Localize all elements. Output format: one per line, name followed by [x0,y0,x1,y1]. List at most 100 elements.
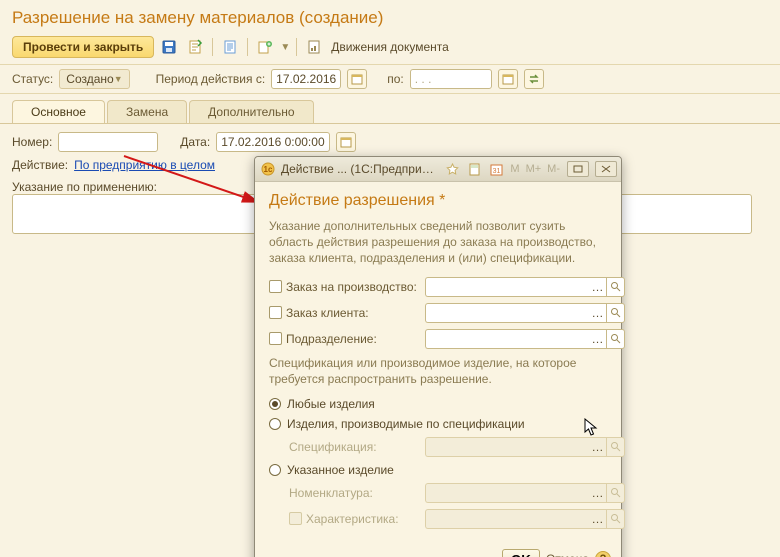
select-button: … [589,509,607,529]
select-button[interactable]: … [589,277,607,297]
minimize-button[interactable] [567,161,589,177]
select-button[interactable]: … [589,303,607,323]
cancel-button[interactable]: Отмена [546,552,589,557]
number-input[interactable] [58,132,158,152]
memory-recall-button[interactable]: M [509,163,520,175]
swap-button[interactable] [524,69,544,89]
spec-description: Спецификация или производимое изделие, н… [269,355,607,387]
search-button[interactable] [607,303,625,323]
search-button [607,437,625,457]
radio-specified-item[interactable] [269,464,281,476]
action-label: Действие: [12,158,68,172]
date-value: 17.02.2016 0:00:00 [221,135,324,149]
date-field[interactable]: 17.02.2016 0:00:00 [216,132,329,152]
report-icon[interactable] [303,37,325,57]
memory-plus-button[interactable]: M+ [525,163,543,175]
close-button[interactable] [595,161,617,177]
calendar-icon [340,136,352,148]
period-to-value: . . . [415,72,432,86]
radio-any-items[interactable] [269,398,281,410]
magnifier-icon [610,487,621,498]
dialog-title: Действие ... (1С:Предприятие) [281,162,439,176]
calendar-icon[interactable]: 31 [487,160,505,178]
dialog-footer: OK Отмена ? [255,543,621,557]
select-button: … [589,437,607,457]
post-icon[interactable] [184,37,206,57]
svg-text:1c: 1c [264,165,273,174]
status-field[interactable]: Создано ▼ [59,69,129,89]
search-button[interactable] [607,277,625,297]
doc-moves-link[interactable]: Движения документа [329,40,449,54]
status-row: Статус: Создано ▼ Период действия с: 17.… [0,64,780,94]
status-label: Статус: [12,72,53,86]
search-button [607,483,625,503]
tab-replace[interactable]: Замена [107,100,187,123]
search-button[interactable] [607,329,625,349]
select-button[interactable]: … [589,329,607,349]
create-on-basis-icon[interactable] [254,37,276,57]
order-client-checkbox[interactable] [269,306,282,319]
toolbar-separator [212,38,213,56]
dialog-heading: Действие разрешения * [269,192,607,210]
radio-any-items-label: Любые изделия [287,397,375,411]
action-scope-dialog: 1c Действие ... (1С:Предприятие) 31 M M+… [254,156,622,557]
dropdown-icon[interactable]: ▼ [280,42,290,53]
period-to-field[interactable]: . . . [410,69,492,89]
dialog-body: Действие разрешения * Указание дополните… [255,182,621,543]
memory-minus-button[interactable]: M- [546,163,561,175]
search-button [607,509,625,529]
calculator-icon[interactable] [465,160,483,178]
ok-button[interactable]: OK [502,549,540,557]
favorite-icon[interactable] [443,160,461,178]
char-label: Характеристика: [306,512,399,526]
help-button[interactable]: ? [595,551,611,557]
department-input[interactable] [425,329,589,349]
calendar-from-button[interactable] [347,69,367,89]
page-title: Разрешение на замену материалов (создани… [0,0,780,34]
order-prod-checkbox[interactable] [269,280,282,293]
magnifier-icon [610,333,621,344]
dialog-titlebar: 1c Действие ... (1С:Предприятие) 31 M M+… [255,157,621,182]
toolbar-separator [247,38,248,56]
department-label: Подразделение: [286,332,377,346]
calendar-to-button[interactable] [498,69,518,89]
magnifier-icon [610,307,621,318]
radio-specified-item-label: Указанное изделие [287,463,394,477]
app-1c-icon: 1c [259,160,277,178]
char-input [425,509,589,529]
date-label: Дата: [180,135,210,149]
calendar-icon [502,73,514,85]
swap-icon [528,73,540,85]
order-prod-input[interactable] [425,277,589,297]
nomen-input [425,483,589,503]
toolbar: Провести и закрыть ▼ Движения документа [0,34,780,64]
document-icon[interactable] [219,37,241,57]
calendar-icon [351,73,363,85]
tab-main[interactable]: Основное [12,100,105,123]
svg-text:31: 31 [493,168,501,175]
tabs: Основное Замена Дополнительно [0,94,780,123]
period-to-label: по: [387,72,404,86]
toolbar-separator [296,38,297,56]
tab-extra[interactable]: Дополнительно [189,100,313,123]
period-from-field[interactable]: 17.02.2016 [271,69,341,89]
calendar-date-button[interactable] [336,132,356,152]
action-link[interactable]: По предприятию в целом [74,158,215,172]
magnifier-icon [610,513,621,524]
radio-by-spec-label: Изделия, производимые по спецификации [287,417,525,431]
chevron-down-icon: ▼ [114,74,123,84]
department-checkbox[interactable] [269,332,282,345]
order-prod-label: Заказ на производство: [286,280,417,294]
usage-label: Указание по применению: [12,178,157,194]
spec-label: Спецификация: [289,440,377,454]
magnifier-icon [610,281,621,292]
period-from-label: Период действия с: [156,72,266,86]
post-and-close-button[interactable]: Провести и закрыть [12,36,154,58]
spec-input [425,437,589,457]
save-icon[interactable] [158,37,180,57]
magnifier-icon [610,441,621,452]
char-checkbox [289,512,302,525]
radio-by-spec[interactable] [269,418,281,430]
order-client-input[interactable] [425,303,589,323]
select-button: … [589,483,607,503]
